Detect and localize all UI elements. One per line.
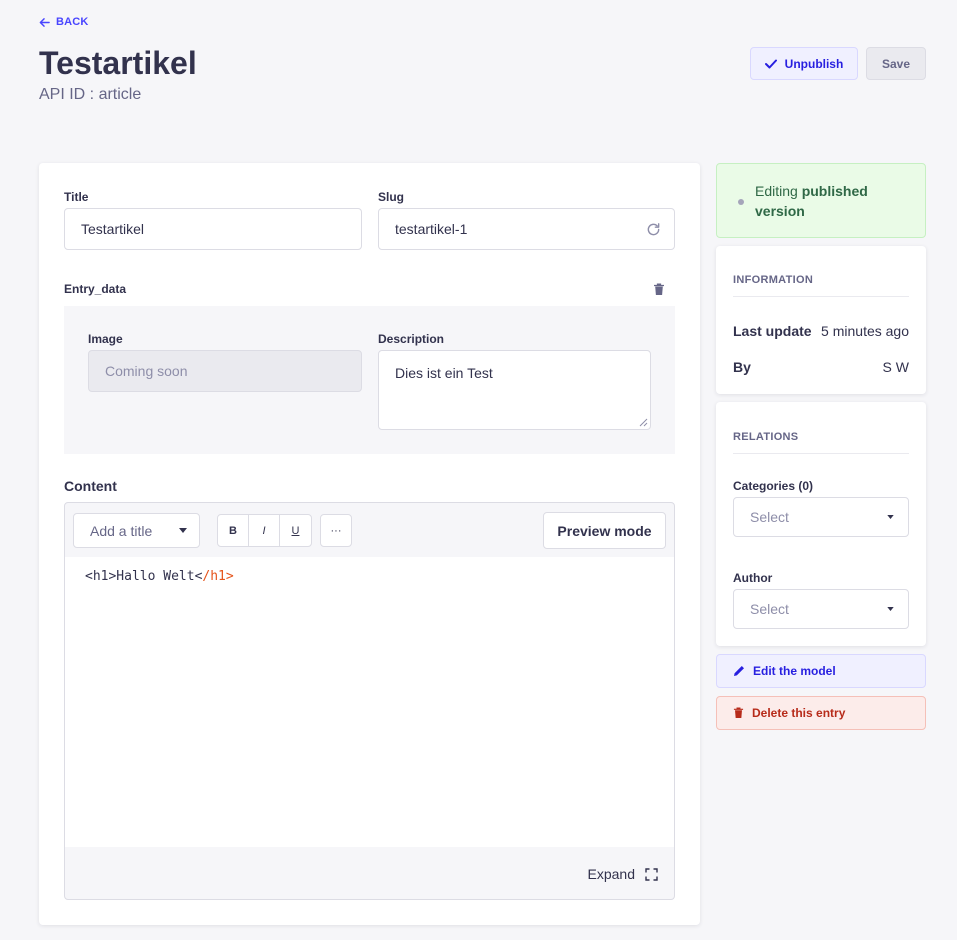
description-value: Dies ist ein Test [395,365,493,381]
status-dot [738,199,744,205]
last-update-label: Last update [733,323,812,339]
code-open-tag: <h1>Hallo Welt< [85,569,203,584]
heading-select[interactable]: Add a title [73,513,200,548]
heading-select-value: Add a title [90,522,153,539]
preview-mode-button[interactable]: Preview mode [543,512,666,549]
unpublish-label: Unpublish [784,56,844,71]
more-button[interactable]: ··· [320,514,352,547]
component-label: Entry_data [64,282,127,296]
bold-button[interactable]: B [217,514,249,547]
code-close-tag: /h1> [202,569,234,584]
expand-button[interactable]: Expand [588,866,658,882]
trash-icon[interactable] [653,283,665,296]
italic-button[interactable]: I [248,514,280,547]
author-by-label: By [733,359,751,375]
slug-input-value: testartikel-1 [395,221,468,237]
delete-label: Delete this entry [752,706,846,720]
underline-button[interactable]: U [279,514,312,547]
page-title: Testartikel [39,45,197,81]
information-card: INFORMATION Last update 5 minutes ago By… [716,246,926,394]
relations-card: RELATIONS Categories (0) Select Author S… [716,402,926,646]
description-label: Description [378,332,445,346]
content-label: Content [64,478,117,494]
trash-icon [733,707,744,719]
edit-model-button[interactable]: Edit the model [716,654,926,688]
status-suffix: version [755,203,805,219]
caret-down-icon [887,607,894,611]
image-label: Image [88,332,123,346]
relations-divider [733,453,909,454]
information-title: INFORMATION [733,274,814,286]
publish-status-banner: Editing published version [716,163,926,238]
expand-icon [645,867,658,881]
code-content: <h1>Hallo Welt</h1> [85,569,234,584]
delete-entry-button[interactable]: Delete this entry [716,696,926,730]
relations-title: RELATIONS [733,431,799,443]
status-prefix: Editing [755,183,802,199]
check-icon [764,59,777,68]
categories-label: Categories (0) [733,479,814,493]
title-input-value: Testartikel [81,221,145,237]
title-input[interactable]: Testartikel [64,208,362,250]
back-label: BACK [56,16,89,28]
author-select[interactable]: Select [733,589,909,629]
information-divider [733,296,909,297]
save-button[interactable]: Save [866,47,926,80]
pencil-icon [734,666,744,676]
caret-down-icon [887,515,894,519]
expand-label: Expand [587,866,635,882]
image-placeholder: Coming soon [105,363,188,379]
edit-model-label: Edit the model [753,664,836,678]
status-strong: published [801,183,868,199]
status-text: Editing published version [755,181,915,221]
resize-handle-icon[interactable] [639,418,648,427]
categories-placeholder: Select [750,509,789,525]
caret-down-icon [179,528,187,533]
image-input: Coming soon [88,350,362,392]
arrow-left-icon [39,17,50,27]
categories-select[interactable]: Select [733,497,909,537]
slug-input[interactable]: testartikel-1 [378,208,675,250]
content-editor: Add a title B I U ··· Preview mode <h1>H… [64,502,675,900]
last-update-value: 5 minutes ago [821,323,909,339]
api-id: API ID : article [39,86,142,103]
author-by-value: S W [882,359,909,375]
editor-textarea[interactable]: <h1>Hallo Welt</h1> [65,557,674,847]
refresh-icon[interactable] [646,222,661,237]
unpublish-button[interactable]: Unpublish [750,47,858,80]
description-textarea[interactable]: Dies ist ein Test [378,350,651,430]
author-placeholder: Select [750,601,789,617]
slug-label: Slug [378,190,404,204]
title-label: Title [64,190,89,204]
author-label: Author [733,571,773,585]
back-link[interactable]: BACK [39,16,89,28]
